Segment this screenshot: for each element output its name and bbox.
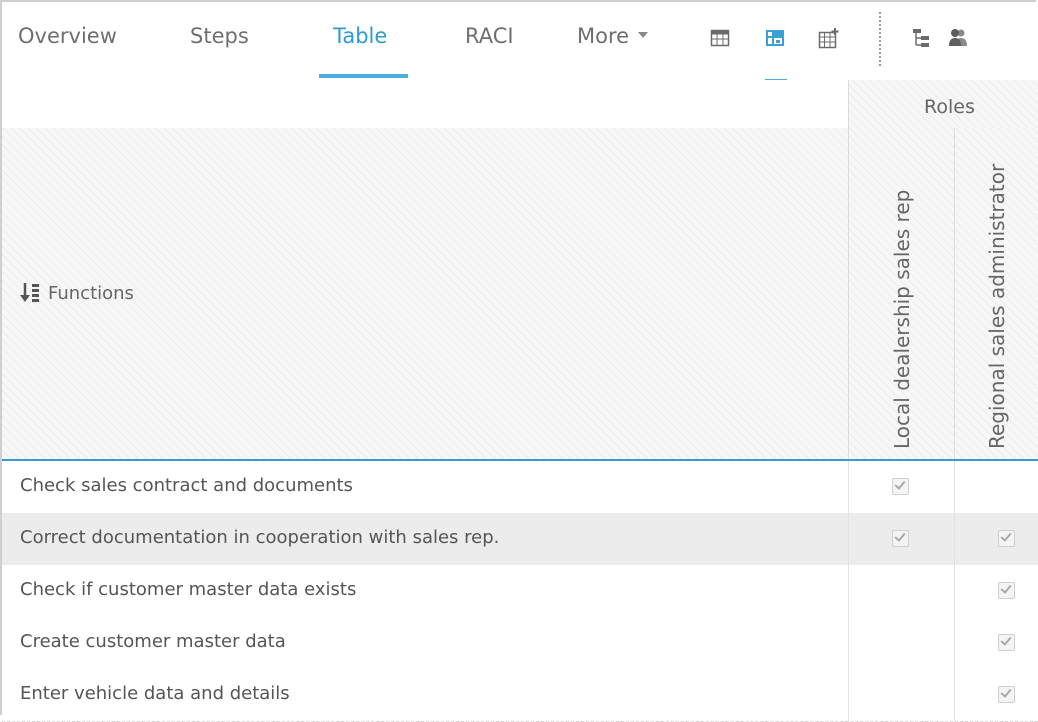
function-name: Check sales contract and documents	[20, 475, 353, 496]
column-divider	[848, 565, 849, 617]
hierarchy-icon[interactable]	[912, 28, 932, 48]
table-row[interactable]: Correct documentation in cooperation wit…	[2, 513, 1038, 566]
role-assignment-checkbox[interactable]	[998, 582, 1015, 599]
table-detail-view-icon[interactable]	[765, 28, 785, 48]
functions-label: Functions	[48, 283, 134, 304]
function-name: Create customer master data	[20, 631, 286, 652]
table-add-icon[interactable]	[818, 28, 839, 49]
function-name: Check if customer master data exists	[20, 579, 357, 600]
roles-icon[interactable]	[948, 28, 968, 48]
tab-more-label: More	[577, 24, 630, 48]
role-assignment-checkbox[interactable]	[998, 530, 1015, 547]
chevron-down-icon	[638, 32, 649, 38]
function-name: Enter vehicle data and details	[20, 683, 290, 704]
toolbar-separator	[879, 12, 881, 66]
table-row[interactable]: Create customer master data	[2, 617, 1038, 670]
tab-table[interactable]: Table	[333, 24, 387, 48]
column-divider	[954, 513, 955, 565]
column-divider	[954, 617, 955, 669]
tab-raci[interactable]: RACI	[465, 24, 514, 48]
tab-steps[interactable]: Steps	[190, 24, 249, 48]
role-assignment-checkbox[interactable]	[892, 478, 909, 495]
table-row[interactable]: Check if customer master data exists	[2, 565, 1038, 618]
functions-header-label[interactable]: Functions	[20, 280, 134, 307]
role-assignment-checkbox[interactable]	[998, 634, 1015, 651]
column-divider	[848, 669, 849, 721]
table-row[interactable]: Enter vehicle data and details	[2, 669, 1038, 722]
role-header-label: Local dealership sales rep	[890, 189, 914, 449]
function-role-table: Roles Functions Local dealership sales r…	[2, 80, 1038, 722]
roles-group-label: Roles	[924, 96, 975, 118]
role-assignment-checkbox[interactable]	[892, 530, 909, 547]
tab-overview[interactable]: Overview	[18, 24, 117, 48]
tab-more[interactable]: More	[577, 24, 649, 48]
role-column-header-1[interactable]: Local dealership sales rep	[848, 128, 955, 459]
table-view-icon[interactable]	[710, 28, 730, 48]
role-assignment-checkbox[interactable]	[998, 686, 1015, 703]
column-divider	[954, 565, 955, 617]
column-divider	[954, 669, 955, 721]
column-divider	[848, 513, 849, 565]
role-header-label: Regional sales administrator	[985, 163, 1009, 449]
column-divider	[848, 461, 849, 513]
table-header: Functions Local dealership sales rep Reg…	[2, 128, 1038, 459]
column-divider	[954, 461, 955, 513]
role-column-header-2[interactable]: Regional sales administrator	[954, 128, 1038, 459]
sort-descending-icon[interactable]	[20, 281, 40, 308]
tab-bar: Overview Steps Table RACI More	[2, 2, 1038, 83]
table-header-top: Roles	[2, 80, 1038, 129]
functions-column-header[interactable]: Functions	[2, 128, 848, 459]
column-divider	[848, 617, 849, 669]
table-row[interactable]: Check sales contract and documents	[2, 461, 1038, 514]
active-tab-indicator	[319, 74, 408, 78]
function-name: Correct documentation in cooperation wit…	[20, 527, 500, 548]
